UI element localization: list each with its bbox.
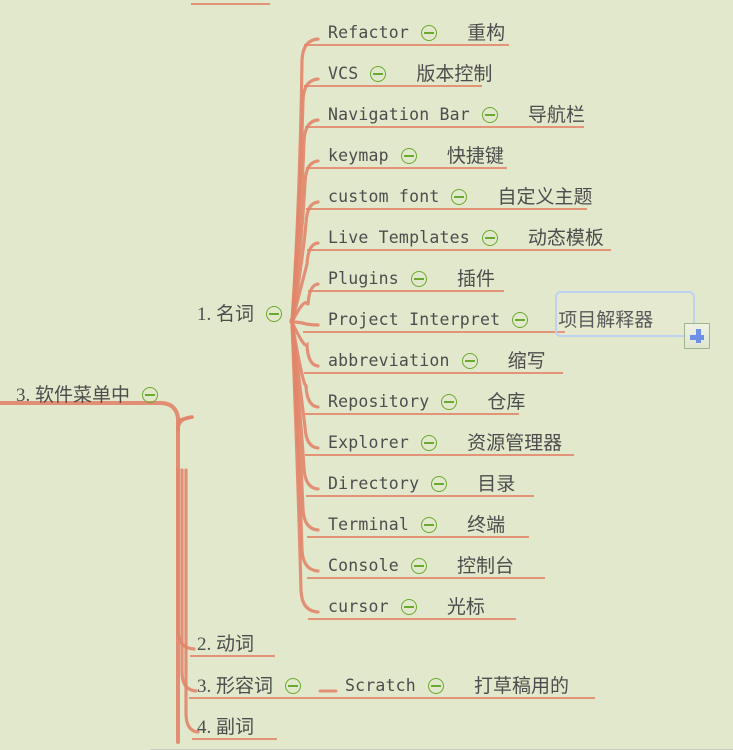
leaf-translation: 版本控制 xyxy=(416,63,493,85)
minus-circle-icon[interactable] xyxy=(421,25,438,41)
leaf-translation: 重构 xyxy=(467,22,506,44)
branch-label: 1. 名词 xyxy=(197,303,255,325)
leaf-underline xyxy=(305,413,519,415)
branch-node-noun[interactable]: 1. 名词 xyxy=(197,299,283,329)
leaf-underline xyxy=(304,372,563,374)
leaf-underline xyxy=(303,331,565,333)
minus-circle-icon[interactable] xyxy=(431,476,448,492)
leaf-translation: 缩写 xyxy=(507,350,546,372)
leaf-underline xyxy=(307,577,545,579)
leaf-translation: 导航栏 xyxy=(527,104,585,126)
minus-circle-icon[interactable] xyxy=(370,66,387,82)
minus-circle-icon[interactable] xyxy=(512,312,529,328)
leaf-term: Refactor xyxy=(328,22,410,42)
leaf-translation: 动态模板 xyxy=(527,227,604,249)
leaf-translation: 仓库 xyxy=(487,391,526,413)
root-node[interactable]: 3. 软件菜单中 xyxy=(16,380,159,410)
leaf-term: Explorer xyxy=(328,432,410,452)
leaf-underline xyxy=(307,536,529,538)
leaf-term: keymap xyxy=(328,145,389,165)
minus-circle-icon[interactable] xyxy=(451,189,468,205)
leaf-term: cursor xyxy=(328,596,389,616)
leaf-translation: 快捷键 xyxy=(446,145,504,167)
leaf-underline xyxy=(304,44,509,46)
leaf-term: Plugins xyxy=(328,268,399,288)
minus-circle-icon[interactable] xyxy=(481,230,498,246)
leaf-underline xyxy=(308,618,516,620)
minus-circle-icon[interactable] xyxy=(400,599,417,615)
plus-icon[interactable] xyxy=(684,323,710,349)
leaf-underline xyxy=(305,454,574,456)
leaf-underline xyxy=(308,290,504,292)
leaf-term: Terminal xyxy=(328,514,410,534)
leaf-underline xyxy=(304,85,482,87)
leaf-translation: 自定义主题 xyxy=(497,186,593,208)
leaf-underline xyxy=(305,126,584,128)
leaf-term: custom font xyxy=(328,186,440,206)
minus-circle-icon[interactable] xyxy=(142,387,159,403)
leaf-term: Directory xyxy=(328,473,420,493)
minus-circle-icon[interactable] xyxy=(410,558,427,574)
minus-circle-icon[interactable] xyxy=(410,271,427,287)
root-node-label: 3. 软件菜单中 xyxy=(16,384,131,406)
branch-underline-adjective-row xyxy=(189,697,595,699)
branch-underline-verb xyxy=(190,655,275,657)
selected-node-outline[interactable] xyxy=(555,291,695,337)
branch-label: 3. 形容词 xyxy=(197,675,274,697)
branch-label: 4. 副词 xyxy=(197,716,255,738)
minus-circle-icon[interactable] xyxy=(481,107,498,123)
minus-circle-icon[interactable] xyxy=(441,394,458,410)
minus-circle-icon[interactable] xyxy=(461,353,478,369)
minus-circle-icon[interactable] xyxy=(427,678,444,694)
leaf-underline xyxy=(306,495,534,497)
partial-node-underline-top xyxy=(191,3,270,5)
leaf-term: Repository xyxy=(328,391,430,411)
minus-circle-icon[interactable] xyxy=(285,678,302,694)
branch-label: 2. 动词 xyxy=(197,633,255,655)
branch-underline-adverb xyxy=(192,738,277,740)
leaf-translation: 打草稿用的 xyxy=(473,675,569,697)
leaf-underline xyxy=(307,249,611,251)
leaf-term: abbreviation xyxy=(328,350,450,370)
leaf-term: VCS xyxy=(328,63,359,83)
minus-circle-icon[interactable] xyxy=(421,517,438,533)
leaf-term: Project Interpret xyxy=(328,309,501,329)
leaf-underline xyxy=(306,208,587,210)
leaf-translation: 资源管理器 xyxy=(467,432,563,454)
leaf-term: Scratch xyxy=(345,675,416,695)
leaf-translation: 光标 xyxy=(446,596,485,618)
leaf-underline xyxy=(306,167,507,169)
mindmap-canvas[interactable]: 3. 软件菜单中 1. 名词 2. 动词 3. 形容词 4. 副词 Scratc… xyxy=(0,0,733,750)
leaf-translation: 控制台 xyxy=(456,555,514,577)
minus-circle-icon[interactable] xyxy=(421,435,438,451)
leaf-translation: 终端 xyxy=(467,514,506,536)
leaf-term: Console xyxy=(328,555,399,575)
minus-circle-icon[interactable] xyxy=(266,306,283,322)
leaf-term: Navigation Bar xyxy=(328,104,470,124)
leaf-translation: 插件 xyxy=(456,268,495,290)
leaf-translation: 目录 xyxy=(477,473,516,495)
minus-circle-icon[interactable] xyxy=(400,148,417,164)
leaf-term: Live Templates xyxy=(328,227,470,247)
